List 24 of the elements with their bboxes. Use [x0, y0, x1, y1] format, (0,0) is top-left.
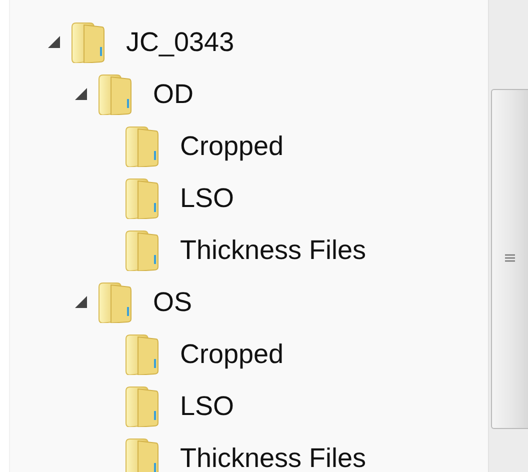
- folder-name[interactable]: Thickness Files: [180, 234, 366, 266]
- folder-icon: [124, 125, 160, 167]
- folder-icon: [124, 177, 160, 219]
- expanded-arrow-icon[interactable]: [74, 87, 88, 101]
- folder-icon: [124, 437, 160, 472]
- folder-name[interactable]: OD: [153, 78, 194, 110]
- folder-name[interactable]: JC_0343: [126, 26, 234, 58]
- grip-icon: [504, 254, 516, 264]
- folder-name[interactable]: LSO: [180, 182, 234, 214]
- folder-name[interactable]: Cropped: [180, 338, 284, 370]
- folder-name[interactable]: OS: [153, 286, 192, 318]
- folder-name[interactable]: LSO: [180, 390, 234, 422]
- folder-icon: [97, 281, 133, 323]
- expanded-arrow-icon[interactable]: [47, 35, 61, 49]
- folder-icon: [124, 385, 160, 427]
- folder-name[interactable]: Thickness Files: [180, 442, 366, 472]
- folder-icon: [124, 333, 160, 375]
- folder-icon: [97, 73, 133, 115]
- folder-name[interactable]: Cropped: [180, 130, 284, 162]
- expanded-arrow-icon[interactable]: [74, 295, 88, 309]
- scrollbar-thumb[interactable]: [491, 89, 528, 429]
- scrollbar[interactable]: [488, 0, 528, 472]
- folder-icon: [124, 229, 160, 271]
- folder-icon: [70, 21, 106, 63]
